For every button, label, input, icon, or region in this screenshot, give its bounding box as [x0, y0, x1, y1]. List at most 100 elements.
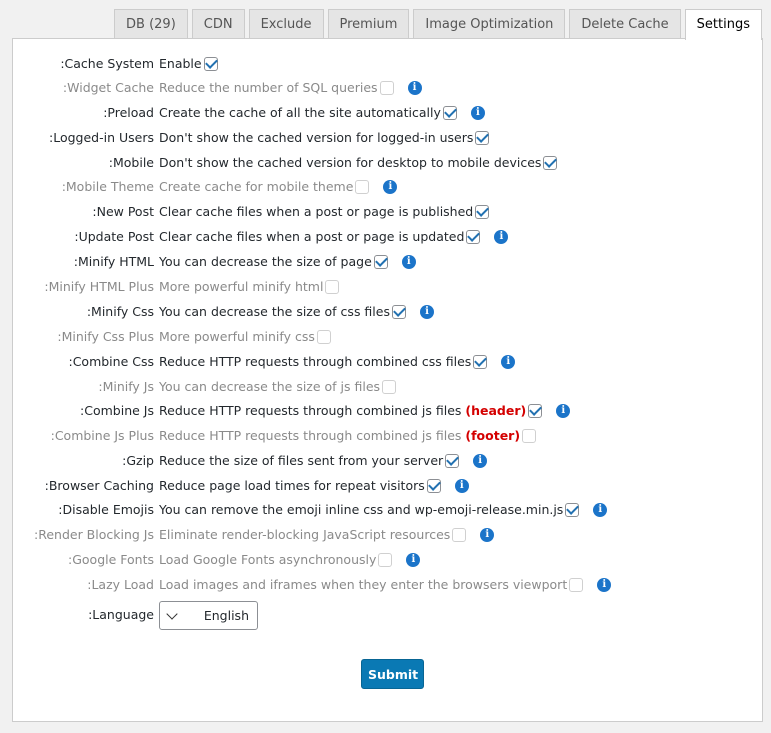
setting-description: Clear cache files when a post or page is… — [159, 204, 474, 219]
language-select[interactable]: English — [159, 601, 258, 630]
setting-label: :Mobile — [108, 155, 154, 170]
setting-description: You can decrease the size of js files — [159, 379, 381, 394]
setting-label: :Widget Cache — [62, 80, 154, 95]
setting-value: Don't show the cached version for logged… — [159, 130, 490, 145]
setting-description: You can decrease the size of page — [159, 254, 372, 269]
setting-checkbox[interactable] — [475, 130, 490, 145]
setting-value: Eliminate render-blocking JavaScript res… — [159, 527, 495, 542]
setting-checkbox[interactable] — [379, 80, 394, 95]
setting-value: Reduce the number of SQL queries i — [159, 80, 422, 95]
setting-checkbox[interactable] — [569, 577, 584, 592]
tab-5[interactable]: CDN — [191, 9, 245, 38]
info-icon[interactable]: i — [454, 478, 469, 493]
setting-checkbox[interactable] — [528, 403, 543, 418]
info-icon[interactable]: i — [401, 254, 416, 269]
setting-checkbox[interactable] — [466, 229, 481, 244]
setting-checkbox[interactable] — [378, 552, 393, 567]
tab-3[interactable]: Premium — [327, 9, 410, 38]
setting-checkbox[interactable] — [452, 527, 467, 542]
setting-checkbox[interactable] — [325, 279, 340, 294]
setting-checkbox[interactable] — [543, 155, 558, 170]
setting-value: Enable — [159, 56, 218, 71]
setting-row: :Render Blocking Js Eliminate render-bloc… — [13, 525, 762, 547]
info-icon[interactable]: i — [470, 105, 485, 120]
setting-row: :Minify Js You can decrease the size of j… — [13, 377, 762, 399]
setting-label: :Preload — [103, 105, 154, 120]
setting-description: Reduce HTTP requests through combined js… — [159, 403, 462, 418]
tab-6[interactable]: DB (29) — [114, 9, 188, 38]
settings-panel: :Language English Submit :Cache System En… — [12, 38, 763, 722]
language-row: :Language — [13, 601, 762, 623]
setting-label: :Logged-in Users — [49, 130, 154, 145]
setting-checkbox[interactable] — [373, 254, 388, 269]
tab-4[interactable]: Exclude — [248, 9, 324, 38]
info-icon[interactable]: i — [501, 354, 516, 369]
tab-bar: Settings Delete Cache Image Optimization Pr… — [114, 9, 762, 40]
setting-row: :Update Post Clear cache files when a pos… — [13, 227, 762, 249]
setting-description: Load images and iframes when they enter … — [159, 577, 568, 592]
setting-value: Don't show the cached version for deskto… — [159, 155, 558, 170]
setting-description: Clear cache files when a post or page is… — [159, 229, 465, 244]
language-label: :Language — [88, 607, 154, 622]
info-icon[interactable]: i — [419, 304, 434, 319]
tab-1[interactable]: Delete Cache — [569, 9, 681, 38]
setting-label: :Combine Css — [68, 354, 154, 369]
setting-label: :Mobile Theme — [61, 179, 154, 194]
setting-extra: (header) — [465, 403, 527, 418]
setting-description: Don't show the cached version for deskto… — [159, 155, 542, 170]
setting-checkbox[interactable] — [203, 56, 218, 71]
info-icon[interactable]: i — [597, 577, 612, 592]
tab-0[interactable]: Settings — [684, 9, 762, 40]
language-value: English — [203, 608, 249, 623]
setting-checkbox[interactable] — [475, 204, 490, 219]
setting-extra: (footer) — [465, 428, 521, 443]
info-icon[interactable]: i — [556, 403, 571, 418]
setting-label: :Minify Css — [86, 304, 154, 319]
setting-row: :New Post Clear cache files when a post o… — [13, 202, 762, 224]
info-icon[interactable]: i — [480, 527, 495, 542]
submit-button[interactable]: Submit — [361, 659, 424, 689]
setting-description: Don't show the cached version for logged… — [159, 130, 474, 145]
setting-label: :Gzip — [122, 453, 154, 468]
setting-checkbox[interactable] — [391, 304, 406, 319]
setting-row: :Disable Emojis You can remove the emoji … — [13, 500, 762, 522]
setting-checkbox[interactable] — [522, 428, 537, 443]
setting-checkbox[interactable] — [382, 379, 397, 394]
setting-row: :Google Fonts Load Google Fonts asynchron… — [13, 550, 762, 572]
info-icon[interactable]: i — [494, 229, 509, 244]
setting-description: Create cache for mobile theme — [159, 179, 354, 194]
info-icon[interactable]: i — [407, 80, 422, 95]
info-icon[interactable]: i — [473, 453, 488, 468]
setting-value: Reduce page load times for repeat visito… — [159, 478, 469, 493]
setting-value: More powerful minify html — [159, 279, 340, 294]
setting-checkbox[interactable] — [316, 329, 331, 344]
setting-row: :Minify Css Plus More powerful minify css — [13, 327, 762, 349]
setting-description: Load Google Fonts asynchronously — [159, 552, 377, 567]
setting-value: You can remove the emoji inline css and … — [159, 502, 608, 517]
setting-description: Eliminate render-blocking JavaScript res… — [159, 527, 451, 542]
info-icon[interactable]: i — [406, 552, 421, 567]
setting-checkbox[interactable] — [426, 478, 441, 493]
tab-2[interactable]: Image Optimization — [413, 9, 566, 38]
setting-description: Reduce HTTP requests through combined cs… — [159, 354, 472, 369]
setting-checkbox[interactable] — [445, 453, 460, 468]
setting-checkbox[interactable] — [473, 354, 488, 369]
setting-label: :Minify HTML — [73, 254, 154, 269]
info-icon[interactable]: i — [593, 502, 608, 517]
setting-description: Reduce the size of files sent from your … — [159, 453, 444, 468]
setting-row: :Minify HTML You can decrease the size of… — [13, 252, 762, 274]
setting-checkbox[interactable] — [355, 179, 370, 194]
setting-value: You can decrease the size of page i — [159, 254, 416, 269]
setting-row: :Cache System Enable — [13, 54, 762, 76]
setting-checkbox[interactable] — [565, 502, 580, 517]
setting-value: Clear cache files when a post or page is… — [159, 204, 490, 219]
info-icon[interactable]: i — [383, 179, 398, 194]
setting-row: :Mobile Theme Create cache for mobile the… — [13, 177, 762, 199]
setting-value: Load Google Fonts asynchronously i — [159, 552, 421, 567]
setting-value: Create cache for mobile theme i — [159, 179, 398, 194]
setting-value: Reduce HTTP requests through combined js… — [159, 428, 537, 443]
setting-value: Create the cache of all the site automat… — [159, 105, 485, 120]
setting-value: Reduce HTTP requests through combined js… — [159, 403, 571, 418]
setting-label: :Google Fonts — [68, 552, 154, 567]
setting-checkbox[interactable] — [442, 105, 457, 120]
